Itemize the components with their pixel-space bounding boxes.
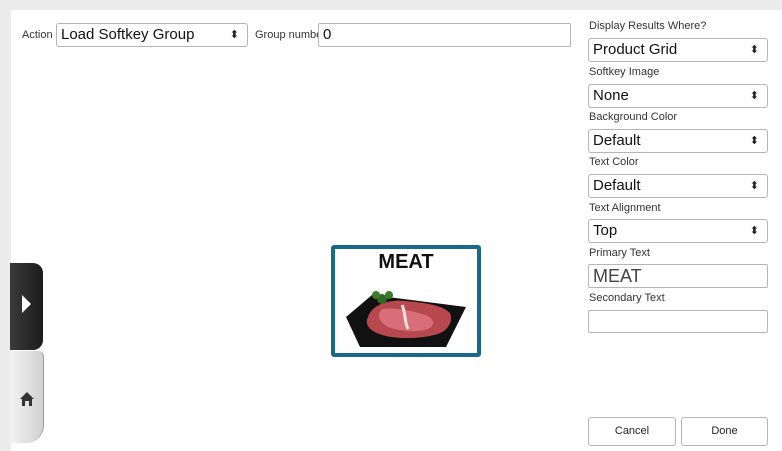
action-select[interactable]: Load Softkey Group ⬍ <box>56 23 248 47</box>
action-select-value: Load Softkey Group <box>61 26 195 43</box>
select-arrow-icon: ⬍ <box>749 90 759 102</box>
side-expand-button[interactable] <box>10 263 43 350</box>
text-color-label: Text Color <box>589 156 639 168</box>
done-button[interactable]: Done <box>681 417 768 446</box>
text-alignment-select-value: Top <box>593 222 618 239</box>
group-number-input[interactable]: 0 <box>318 23 571 47</box>
softkey-image-label: Softkey Image <box>589 66 660 78</box>
group-number-label: Group number <box>255 29 326 41</box>
display-results-select-value: Product Grid <box>593 41 678 58</box>
text-alignment-select[interactable]: Top ⬍ <box>588 219 768 243</box>
select-arrow-icon: ⬍ <box>229 29 239 41</box>
home-icon <box>20 392 34 406</box>
select-arrow-icon: ⬍ <box>749 135 759 147</box>
meat-image <box>346 291 466 347</box>
secondary-text-label: Secondary Text <box>589 292 665 304</box>
softkey-preview: MEAT <box>331 245 481 357</box>
text-color-select-value: Default <box>593 177 641 194</box>
select-arrow-icon: ⬍ <box>749 180 759 192</box>
text-alignment-label: Text Alignment <box>589 202 661 214</box>
background-color-select-value: Default <box>593 132 641 149</box>
action-label: Action <box>22 29 53 41</box>
primary-text-label: Primary Text <box>589 247 650 259</box>
secondary-text-input[interactable] <box>588 310 768 333</box>
display-results-label: Display Results Where? <box>589 20 707 32</box>
play-icon <box>22 295 31 313</box>
softkey-image-select[interactable]: None ⬍ <box>588 84 768 108</box>
primary-text-input[interactable]: MEAT <box>588 264 768 288</box>
preview-primary-text: MEAT <box>378 251 434 273</box>
home-button[interactable] <box>10 351 44 443</box>
background-color-select[interactable]: Default ⬍ <box>588 129 768 153</box>
side-tab <box>10 263 44 443</box>
select-arrow-icon: ⬍ <box>749 225 759 237</box>
display-results-select[interactable]: Product Grid ⬍ <box>588 38 768 62</box>
softkey-image-select-value: None <box>593 87 629 104</box>
background-color-label: Background Color <box>589 111 678 123</box>
cancel-button[interactable]: Cancel <box>588 417 676 446</box>
text-color-select[interactable]: Default ⬍ <box>588 174 768 198</box>
select-arrow-icon: ⬍ <box>749 44 759 56</box>
